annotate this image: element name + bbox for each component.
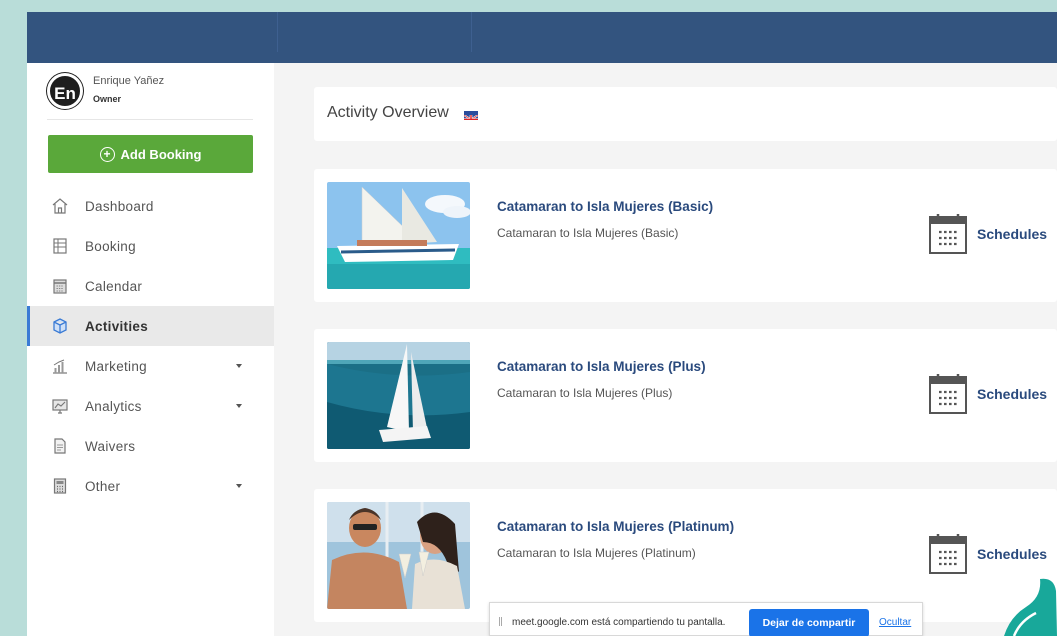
calendar-icon <box>51 277 69 295</box>
activity-subtitle: Catamaran to Isla Mujeres (Basic) <box>497 226 679 240</box>
sidebar-item-label: Activities <box>85 318 149 334</box>
screen-share-bar: meet.google.com está compartiendo tu pan… <box>489 602 923 636</box>
top-nav-bar <box>27 12 1057 63</box>
couple-toast-photo[interactable] <box>327 502 470 609</box>
add-booking-label: Add Booking <box>120 146 202 162</box>
top-bar-tab <box>277 12 472 52</box>
activity-card[interactable]: Catamaran to Isla Mujeres (Basic) Catama… <box>314 169 1057 302</box>
monitor-chart-icon <box>51 397 69 415</box>
sidebar-item-label: Analytics <box>85 398 142 414</box>
catamaran-aerial-photo[interactable] <box>327 342 470 449</box>
schedules-button[interactable]: Schedules <box>928 213 1047 255</box>
home-icon <box>51 197 69 215</box>
calendar-icon <box>929 214 967 254</box>
divider <box>47 119 253 120</box>
schedules-button[interactable]: Schedules <box>928 373 1047 415</box>
sidebar-item-marketing[interactable]: Marketing <box>27 346 274 386</box>
activity-card[interactable]: Catamaran to Isla Mujeres (Plus) Catamar… <box>314 329 1057 462</box>
activity-title[interactable]: Catamaran to Isla Mujeres (Basic) <box>497 199 713 214</box>
sidebar: En Enrique Yañez Owner + Add Booking Das… <box>27 63 274 636</box>
schedules-button[interactable]: Schedules <box>928 533 1047 575</box>
activity-subtitle: Catamaran to Isla Mujeres (Plus) <box>497 386 673 400</box>
calendar-icon <box>929 534 967 574</box>
add-booking-button[interactable]: + Add Booking <box>48 135 253 173</box>
user-profile[interactable]: En Enrique Yañez Owner <box>47 73 247 118</box>
drag-handle-icon[interactable] <box>499 617 502 626</box>
calendar-icon <box>929 374 967 414</box>
chevron-down-icon <box>236 364 242 368</box>
share-message: meet.google.com está compartiendo tu pan… <box>512 617 726 628</box>
plus-circle-icon: + <box>99 146 115 162</box>
sidebar-item-dashboard[interactable]: Dashboard <box>27 186 274 226</box>
stop-sharing-button[interactable]: Dejar de compartir <box>749 609 869 636</box>
sidebar-item-label: Calendar <box>85 278 143 294</box>
avatar: En <box>47 73 83 109</box>
booking-icon <box>51 237 69 255</box>
user-name: Enrique Yañez <box>93 75 165 87</box>
main-content: Activity Overview Catamaran to Isla Muje… <box>274 63 1057 636</box>
box-icon <box>51 317 69 335</box>
sidebar-nav: Dashboard Booking Calendar Activities Ma… <box>27 186 274 506</box>
sidebar-item-other[interactable]: Other <box>27 466 274 506</box>
page-title: Activity Overview <box>327 104 449 121</box>
sidebar-item-activities[interactable]: Activities <box>27 306 274 346</box>
sidebar-item-booking[interactable]: Booking <box>27 226 274 266</box>
sidebar-item-calendar[interactable]: Calendar <box>27 266 274 306</box>
hide-link[interactable]: Ocultar <box>879 617 911 628</box>
sidebar-item-waivers[interactable]: Waivers <box>27 426 274 466</box>
activity-subtitle: Catamaran to Isla Mujeres (Platinum) <box>497 546 696 560</box>
bar-chart-icon <box>51 357 69 375</box>
sailboat-photo[interactable] <box>327 182 470 289</box>
schedules-label: Schedules <box>977 546 1048 562</box>
user-role: Owner <box>93 94 122 104</box>
chevron-down-icon <box>236 484 242 488</box>
sidebar-item-analytics[interactable]: Analytics <box>27 386 274 426</box>
calculator-icon <box>51 477 69 495</box>
chevron-down-icon <box>236 404 242 408</box>
activity-title[interactable]: Catamaran to Isla Mujeres (Platinum) <box>497 519 734 534</box>
uk-flag-icon[interactable] <box>464 111 478 120</box>
sidebar-item-label: Dashboard <box>85 198 154 214</box>
document-icon <box>51 437 69 455</box>
sidebar-item-label: Booking <box>85 238 136 254</box>
sidebar-item-label: Other <box>85 478 121 494</box>
schedules-label: Schedules <box>977 386 1048 402</box>
activity-title[interactable]: Catamaran to Isla Mujeres (Plus) <box>497 359 706 374</box>
sidebar-item-label: Marketing <box>85 358 147 374</box>
activity-overview-header: Activity Overview <box>314 87 1057 141</box>
decorative-leaf-icon <box>996 577 1057 636</box>
sidebar-item-label: Waivers <box>85 438 136 454</box>
schedules-label: Schedules <box>977 226 1048 242</box>
